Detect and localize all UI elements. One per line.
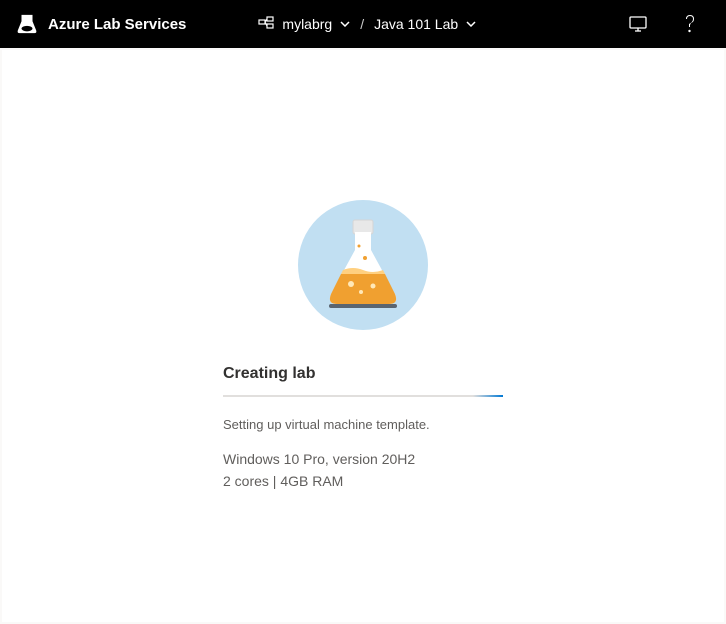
- os-spec: Windows 10 Pro, version 20H2: [223, 448, 415, 470]
- azure-lab-logo-icon: [16, 13, 38, 35]
- status-message: Setting up virtual machine template.: [223, 417, 430, 432]
- breadcrumb-resource-group-label: mylabrg: [282, 16, 332, 32]
- breadcrumb-lab-label: Java 101 Lab: [374, 16, 458, 32]
- help-icon[interactable]: [670, 0, 710, 48]
- top-header: Azure Lab Services mylabrg / Java 101 La…: [0, 0, 726, 48]
- flask-illustration: [298, 200, 428, 330]
- breadcrumb-resource-group[interactable]: mylabrg: [258, 16, 350, 32]
- monitor-icon[interactable]: [618, 0, 658, 48]
- chevron-down-icon: [340, 19, 350, 30]
- breadcrumb: mylabrg / Java 101 Lab: [258, 16, 476, 32]
- progress-fill: [473, 395, 503, 397]
- logo-section[interactable]: Azure Lab Services: [16, 13, 186, 35]
- main-content: Creating lab Setting up virtual machine …: [2, 50, 724, 622]
- product-name: Azure Lab Services: [48, 16, 186, 33]
- chevron-down-icon: [466, 19, 476, 30]
- status-title: Creating lab: [223, 365, 315, 383]
- resource-group-icon: [258, 16, 274, 32]
- breadcrumb-separator: /: [360, 16, 364, 32]
- progress-bar: [223, 395, 503, 397]
- breadcrumb-lab[interactable]: Java 101 Lab: [374, 16, 476, 32]
- creating-lab-panel: Creating lab Setting up virtual machine …: [223, 200, 503, 493]
- hardware-spec: 2 cores | 4GB RAM: [223, 470, 343, 492]
